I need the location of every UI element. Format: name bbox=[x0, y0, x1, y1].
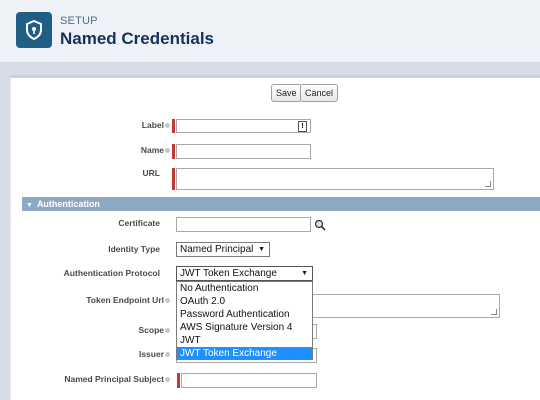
save-button[interactable]: Save bbox=[271, 84, 302, 102]
certificate-label: Certificate bbox=[118, 218, 160, 228]
authentication-protocol-select[interactable]: JWT Token Exchange ▼ bbox=[176, 266, 313, 281]
authentication-protocol-options[interactable]: No Authentication OAuth 2.0 Password Aut… bbox=[176, 281, 313, 360]
named-principal-subject-label: Named Principal Subject bbox=[40, 374, 170, 384]
certificate-input[interactable] bbox=[176, 217, 311, 232]
cancel-button[interactable]: Cancel bbox=[300, 84, 339, 102]
page-title: Named Credentials bbox=[60, 29, 214, 48]
help-icon[interactable] bbox=[165, 352, 170, 358]
scope-label: Scope bbox=[60, 325, 170, 335]
required-indicator bbox=[172, 144, 175, 159]
label-input[interactable]: ! bbox=[176, 119, 311, 133]
info-icon[interactable]: ! bbox=[298, 121, 307, 132]
name-input[interactable] bbox=[176, 144, 311, 159]
help-icon[interactable] bbox=[165, 377, 170, 383]
lookup-search-icon[interactable] bbox=[314, 218, 326, 231]
option-aws-signature-v4[interactable]: AWS Signature Version 4 bbox=[177, 321, 312, 334]
required-indicator bbox=[177, 373, 180, 388]
name-field-label: Name bbox=[60, 145, 170, 155]
label-field-label: Label bbox=[60, 120, 170, 130]
token-endpoint-label: Token Endpoint Url bbox=[60, 295, 170, 305]
option-jwt-token-exchange[interactable]: JWT Token Exchange bbox=[177, 347, 312, 360]
help-icon[interactable] bbox=[165, 123, 170, 129]
option-password-authentication[interactable]: Password Authentication bbox=[177, 308, 312, 321]
chevron-down-icon: ▼ bbox=[258, 246, 265, 253]
url-textarea[interactable] bbox=[176, 168, 494, 190]
option-jwt[interactable]: JWT bbox=[177, 334, 312, 347]
authentication-protocol-label: Authentication Protocol bbox=[63, 268, 160, 278]
option-oauth-2[interactable]: OAuth 2.0 bbox=[177, 295, 312, 308]
identity-type-select[interactable]: Named Principal ▼ bbox=[176, 242, 270, 257]
required-indicator bbox=[172, 119, 175, 133]
issuer-label: Issuer bbox=[60, 349, 170, 359]
help-icon[interactable] bbox=[165, 148, 170, 154]
url-field-label: URL bbox=[142, 168, 160, 178]
identity-type-label: Identity Type bbox=[108, 244, 160, 254]
page-header: SETUP Named Credentials bbox=[0, 0, 540, 63]
collapse-triangle-icon[interactable]: ▼ bbox=[26, 199, 33, 213]
required-indicator bbox=[172, 168, 175, 190]
chevron-down-icon: ▼ bbox=[301, 270, 308, 277]
setup-breadcrumb[interactable]: SETUP bbox=[60, 15, 98, 27]
option-no-authentication[interactable]: No Authentication bbox=[177, 282, 312, 295]
named-principal-subject-input[interactable] bbox=[181, 373, 317, 388]
named-credentials-shield-icon bbox=[16, 12, 52, 48]
help-icon[interactable] bbox=[165, 328, 170, 334]
help-icon[interactable] bbox=[165, 298, 170, 304]
authentication-section-header[interactable]: ▼ Authentication bbox=[22, 197, 540, 211]
